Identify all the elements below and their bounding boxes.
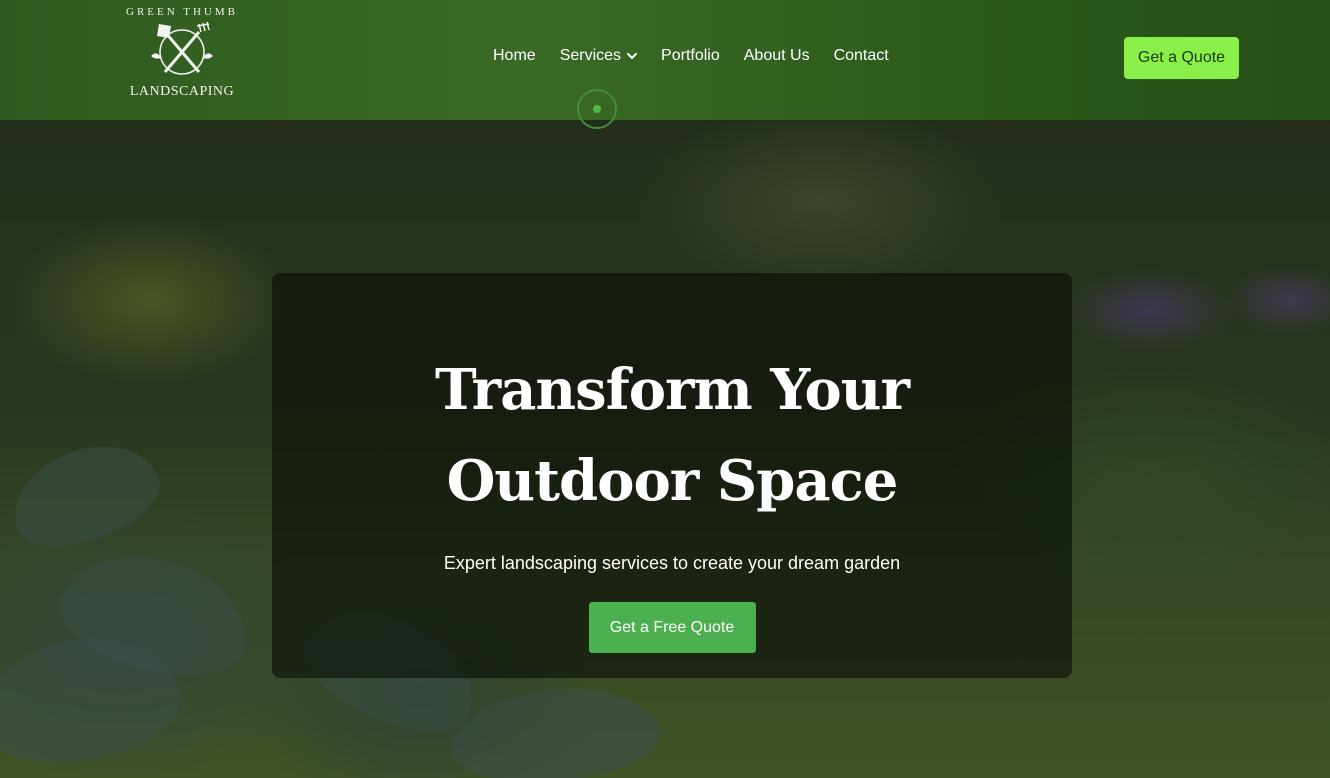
site-logo[interactable]: GREEN THUMB LANDSCAPING <box>124 4 240 108</box>
logo-top-text: GREEN THUMB <box>126 6 238 18</box>
nav-contact-label: Contact <box>833 47 889 64</box>
hero-title: Transform Your Outdoor Space <box>434 357 910 514</box>
nav-active-indicator <box>577 89 617 129</box>
hero-card: Transform Your Outdoor Space Expert land… <box>272 273 1072 678</box>
main-nav: Home Services Portfolio About Us Contact <box>493 47 889 65</box>
site-header: GREEN THUMB LANDSCAPING Home Services Po… <box>0 0 1330 120</box>
nav-about-us[interactable]: About Us <box>744 47 810 65</box>
nav-about-us-label: About Us <box>743 47 810 64</box>
nav-home-label: Home <box>493 47 536 64</box>
nav-services[interactable]: Services <box>559 47 638 65</box>
get-free-quote-button[interactable]: Get a Free Quote <box>588 602 756 653</box>
hero-subtitle: Expert landscaping services to create yo… <box>443 553 901 573</box>
nav-services-label: Services <box>559 47 622 64</box>
nav-portfolio-label: Portfolio <box>661 47 720 64</box>
get-a-quote-button[interactable]: Get a Quote <box>1124 37 1239 79</box>
nav-portfolio[interactable]: Portfolio <box>661 47 720 65</box>
logo-bottom-text: LANDSCAPING <box>129 84 235 99</box>
indicator-dot <box>593 105 601 113</box>
crossed-shovel-rake-icon <box>151 21 213 75</box>
nav-contact[interactable]: Contact <box>834 47 889 65</box>
nav-home[interactable]: Home <box>493 47 536 65</box>
chevron-down-icon <box>627 52 638 60</box>
